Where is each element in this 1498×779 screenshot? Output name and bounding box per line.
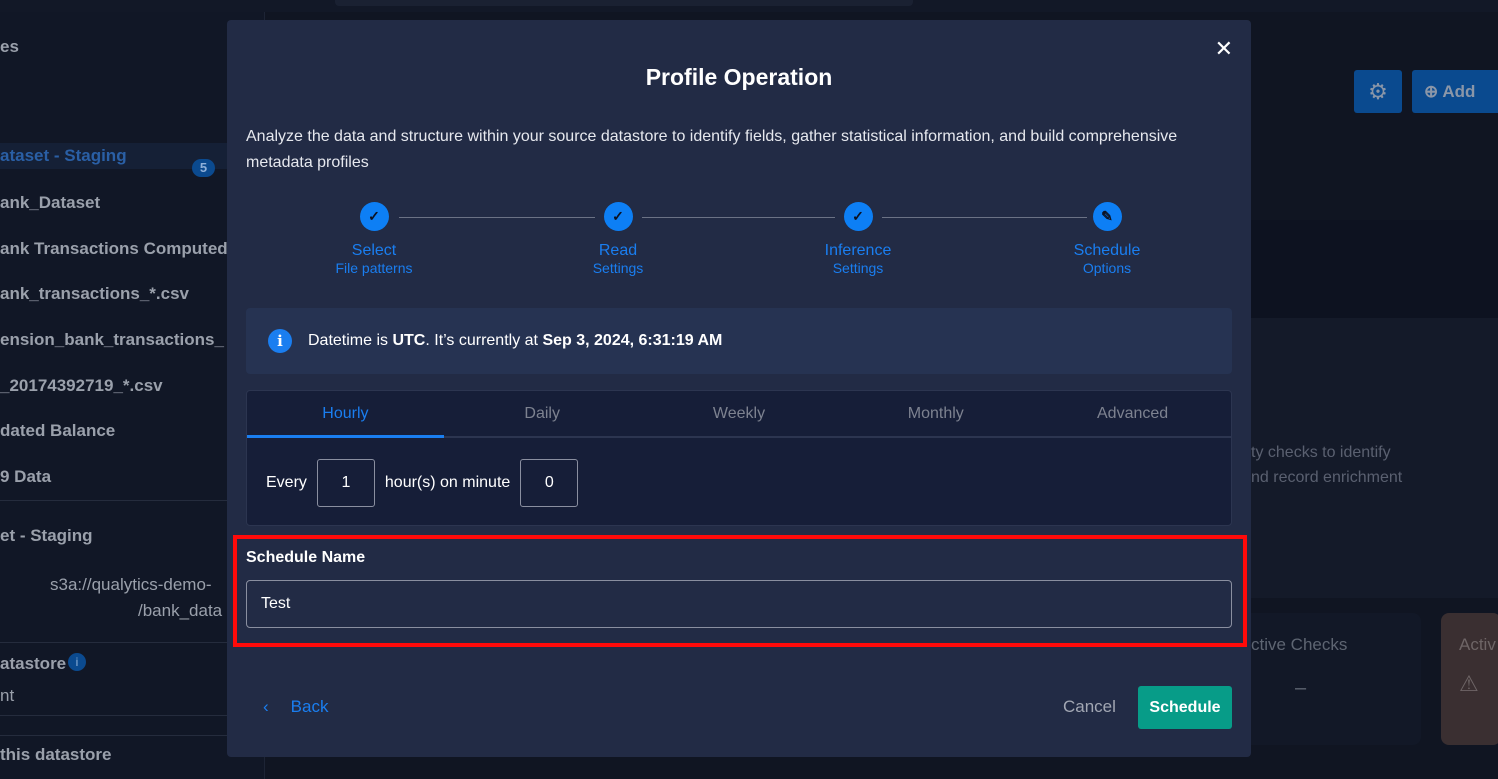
- modal-title: Profile Operation: [645, 64, 833, 90]
- profile-operation-modal: ✕ Profile Operation Analyze the data and…: [227, 20, 1251, 757]
- step-select: ✓ Select File patterns: [294, 202, 454, 276]
- sidebar-item[interactable]: _20174392719_*.csv: [0, 376, 163, 396]
- add-button[interactable]: ⊕ Add: [1412, 70, 1498, 113]
- chevron-left-icon: ‹: [263, 697, 269, 716]
- step-subtitle: Settings: [592, 260, 644, 276]
- background-text: nd record enrichment: [1251, 469, 1403, 486]
- tab-hourly[interactable]: Hourly: [247, 391, 444, 438]
- stepper: ✓ Select File patterns ✓ Read Settings ✓ Infe…: [227, 202, 1251, 282]
- frequency-tabs: Hourly Daily Weekly Monthly Advanced: [247, 391, 1231, 438]
- top-bar: [0, 0, 1498, 12]
- tab-advanced[interactable]: Advanced: [1034, 391, 1231, 436]
- step-read: ✓ Read Settings: [538, 202, 698, 276]
- section-value: nt: [0, 686, 15, 705]
- schedule-name-label: Schedule Name: [246, 549, 366, 566]
- sidebar: es ataset - Staging 5 ank_Dataset ank Tr…: [0, 12, 265, 779]
- info-datetime: Sep 3, 2024, 6:31:19 AM: [542, 332, 723, 349]
- tab-daily[interactable]: Daily: [444, 391, 641, 436]
- section-label: atastore: [0, 654, 67, 673]
- check-icon: ✓: [359, 202, 389, 231]
- schedule-frequency: Hourly Daily Weekly Monthly Advanced Eve…: [246, 390, 1232, 526]
- sidebar-item[interactable]: ension_bank_transactions_: [0, 330, 224, 350]
- pencil-icon: ✎: [1092, 202, 1122, 231]
- sidebar-item[interactable]: ank_transactions_*.csv: [0, 284, 189, 304]
- background-text: ty checks to identify: [1251, 444, 1391, 461]
- check-icon: ✓: [843, 202, 873, 231]
- background-panel: ty checks to identify nd record enrichme…: [1251, 318, 1498, 598]
- divider: [0, 715, 265, 716]
- storage-path: s3a://qualytics-demo-: [50, 575, 212, 594]
- back-label: Back: [290, 697, 329, 716]
- background-panel: [1251, 220, 1498, 318]
- close-icon[interactable]: ✕: [1215, 36, 1233, 62]
- step-subtitle: File patterns: [335, 260, 413, 276]
- info-icon: i: [268, 329, 292, 353]
- step-title: Read: [598, 242, 638, 259]
- info-text: . It’s currently at: [425, 332, 543, 349]
- settings-button[interactable]: ⚙: [1354, 70, 1402, 113]
- modal-description: Analyze the data and structure within yo…: [246, 128, 1178, 171]
- sidebar-heading: es: [0, 37, 19, 56]
- hours-input[interactable]: [316, 459, 375, 507]
- step-title: Schedule: [1073, 242, 1141, 259]
- step-inference: ✓ Inference Settings: [778, 202, 938, 276]
- sidebar-item[interactable]: et - Staging: [0, 526, 93, 546]
- minute-label: hour(s) on minute: [384, 474, 511, 491]
- sidebar-item[interactable]: ank_Dataset: [0, 193, 100, 213]
- divider: [0, 735, 265, 736]
- hourly-settings: Every hour(s) on minute: [266, 459, 588, 507]
- every-label: Every: [266, 474, 307, 491]
- schedule-name-input[interactable]: [246, 580, 1232, 628]
- card-label: Activ: [1459, 635, 1496, 654]
- sidebar-item[interactable]: ank Transactions Computed Fil: [0, 239, 252, 259]
- gear-icon: ⚙: [1368, 79, 1388, 104]
- tab-monthly[interactable]: Monthly: [837, 391, 1034, 436]
- section-label: this datastore: [0, 745, 112, 764]
- back-button[interactable]: ‹ Back: [263, 697, 350, 717]
- cancel-button[interactable]: Cancel: [1063, 697, 1116, 717]
- info-text: Datetime is: [308, 332, 393, 349]
- step-schedule: ✎ Schedule Options: [1027, 202, 1187, 276]
- info-icon: i: [68, 653, 86, 671]
- minute-input[interactable]: [520, 459, 579, 507]
- check-icon: ✓: [603, 202, 633, 231]
- divider: [0, 500, 265, 501]
- step-subtitle: Options: [1082, 260, 1132, 276]
- tab-weekly[interactable]: Weekly: [641, 391, 838, 436]
- storage-path: /bank_data: [138, 601, 223, 620]
- count-badge: 5: [192, 159, 215, 177]
- divider: [0, 642, 265, 643]
- schedule-button[interactable]: Schedule: [1138, 686, 1232, 729]
- card-label: ctive Checks: [1251, 635, 1348, 654]
- step-title: Inference: [824, 242, 892, 259]
- step-title: Select: [351, 242, 397, 259]
- add-label: Add: [1442, 82, 1476, 101]
- timezone-info: i Datetime is UTC. It’s currently at Sep…: [246, 308, 1232, 374]
- search-bar[interactable]: [335, 0, 913, 6]
- info-timezone: UTC: [392, 332, 426, 349]
- sidebar-item[interactable]: 9 Data: [0, 467, 51, 487]
- plus-circle-icon: ⊕: [1424, 82, 1439, 101]
- step-subtitle: Settings: [832, 260, 884, 276]
- active-checks-card: ctive Checks –: [1251, 613, 1421, 745]
- sidebar-item[interactable]: dated Balance: [0, 421, 115, 441]
- active-anomalies-card: Activ ⚠: [1441, 613, 1498, 745]
- card-value: –: [1295, 677, 1307, 699]
- sidebar-item-active[interactable]: ataset - Staging: [0, 143, 265, 169]
- warning-icon: ⚠: [1459, 671, 1479, 696]
